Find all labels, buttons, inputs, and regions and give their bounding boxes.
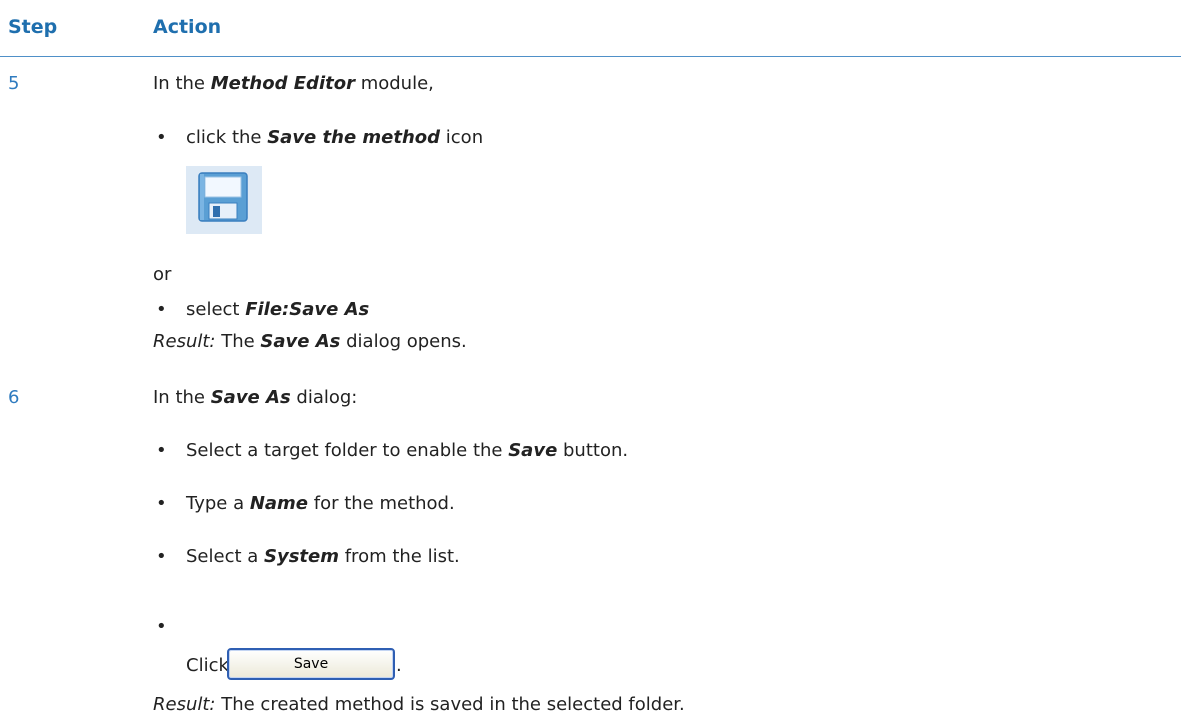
click-save-period: . [396,655,402,676]
bullet-marker: • [156,493,167,514]
step-6-bullet-click-save: Click [186,655,229,676]
floppy-disk-save-icon [186,166,262,234]
step-6-bullet-select-folder: Select a target folder to enable the Sav… [186,440,629,461]
step-6-intro: In the Save As dialog: [153,387,358,408]
step-5-result: Result: The Save As dialog opens. [153,331,467,352]
save-button[interactable]: Save [227,648,395,680]
bullet-marker: • [156,616,167,637]
column-header-step: Step [8,16,58,38]
bullet-marker: • [156,546,167,567]
step-number-6: 6 [8,387,20,408]
bullet-marker: • [156,299,167,320]
step-6-bullet-type-name: Type a Name for the method. [186,493,455,514]
or-text: or [153,264,172,285]
bullet-marker: • [156,127,167,148]
step-number-5: 5 [8,73,20,94]
step-5-bullet-save-icon: click the Save the method icon [186,127,484,148]
bullet-marker: • [156,440,167,461]
step-5-intro: In the Method Editor module, [153,73,434,94]
step-5-bullet-file-save-as: select File:Save As [186,299,370,320]
step-6-bullet-select-system: Select a System from the list. [186,546,460,567]
column-header-action: Action [153,16,222,38]
header-divider [0,56,1181,57]
step-6-result: Result: The created method is saved in t… [153,694,685,715]
